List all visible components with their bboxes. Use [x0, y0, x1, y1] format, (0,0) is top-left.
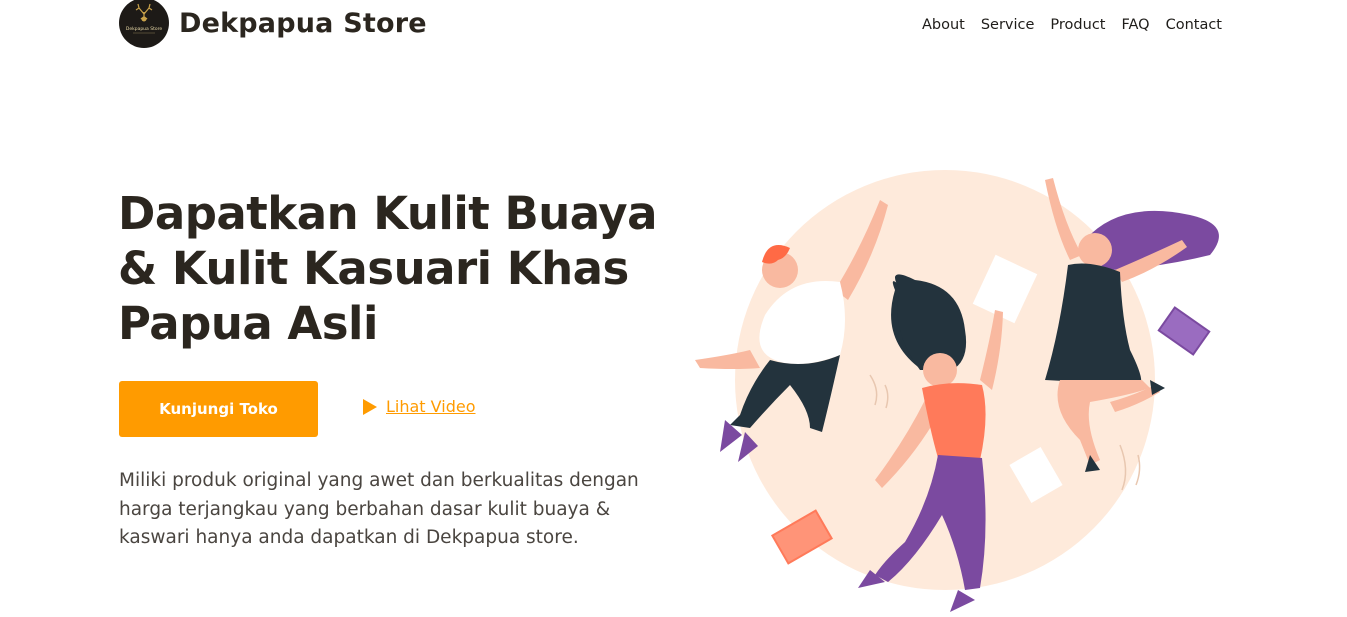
nav-service[interactable]: Service	[981, 17, 1035, 33]
watch-video-link[interactable]: Lihat Video	[363, 397, 476, 416]
logo-text: Dekpapua Store	[126, 26, 162, 32]
hero-title-line-1: Dapatkan Kulit Buaya	[118, 187, 657, 240]
hero-title-line-2: & Kulit Kasuari Khas	[118, 242, 629, 295]
visit-store-button[interactable]: Kunjungi Toko	[119, 381, 318, 437]
hero-title: Dapatkan Kulit Buaya & Kulit Kasuari Kha…	[118, 186, 678, 351]
brand[interactable]: Dekpapua Store Dekpapua Store	[119, 0, 427, 48]
play-icon	[363, 398, 377, 415]
hero-illustration	[690, 170, 1235, 617]
watch-video-label[interactable]: Lihat Video	[386, 397, 476, 416]
hero-description: Miliki produk original yang awet dan ber…	[119, 470, 639, 548]
book-purple	[1157, 306, 1211, 356]
hero-title-line-3: Papua Asli	[118, 297, 378, 350]
nav-contact[interactable]: Contact	[1166, 17, 1222, 33]
brand-name[interactable]: Dekpapua Store	[179, 8, 427, 39]
main-nav: About Service Product FAQ Contact	[922, 17, 1222, 33]
site-header: Dekpapua Store Dekpapua Store About Serv…	[0, 0, 1347, 56]
nav-product[interactable]: Product	[1050, 17, 1105, 33]
nav-faq[interactable]: FAQ	[1121, 17, 1149, 33]
nav-about[interactable]: About	[922, 17, 965, 33]
deer-logo-icon[interactable]: Dekpapua Store	[119, 0, 169, 48]
